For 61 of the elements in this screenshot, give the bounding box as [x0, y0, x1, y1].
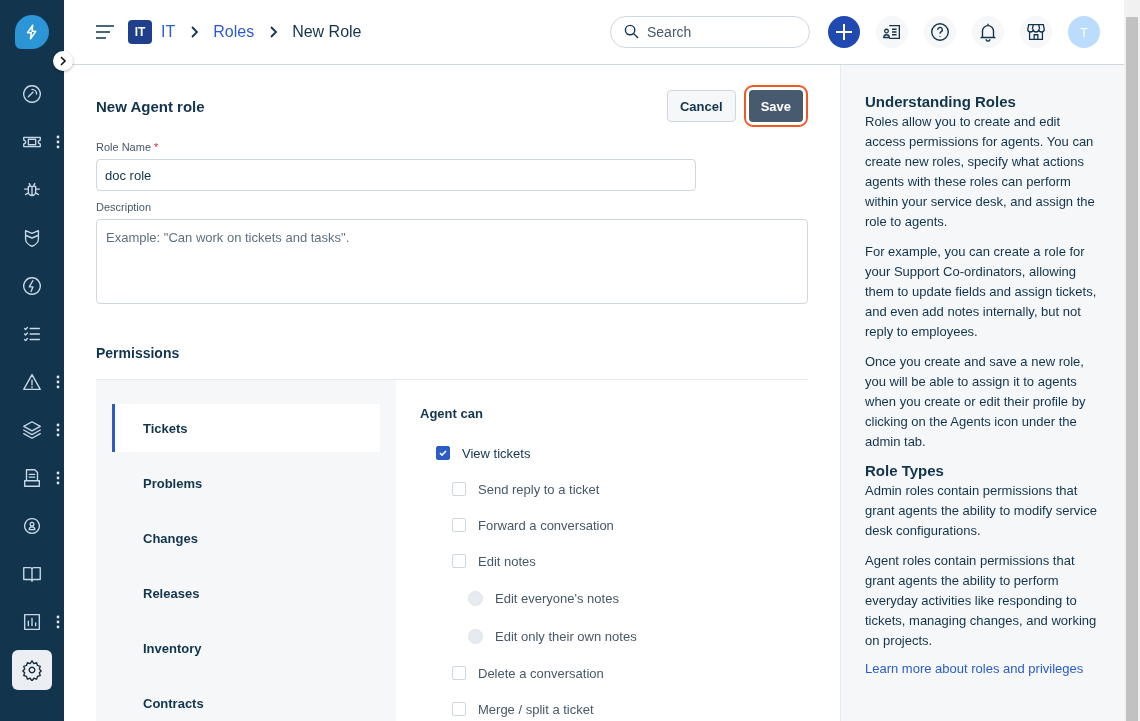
permission-label: Edit notes: [478, 553, 536, 569]
permission-tab[interactable]: Tickets: [112, 404, 380, 452]
description-field[interactable]: Example: "Can work on tickets and tasks".: [96, 219, 808, 304]
scrollbar-thumb[interactable]: [1126, 17, 1138, 721]
expand-button[interactable]: [53, 51, 73, 71]
workspace-badge: IT: [128, 20, 152, 44]
logo-icon[interactable]: [15, 15, 49, 49]
contact-list-icon[interactable]: [876, 16, 908, 48]
permission-label: Edit everyone's notes: [495, 590, 619, 606]
permission-label: Send reply to a ticket: [478, 481, 600, 497]
checkbox[interactable]: [436, 446, 450, 460]
help-title: Understanding Roles: [865, 93, 1017, 110]
help-paragraph: Once you create and save a new role, you will be able to assign it to agents when you create or edit their profile by clicking on the Agents icon under the admin tab.: [865, 353, 1087, 451]
store-icon[interactable]: [1020, 16, 1052, 48]
notification-bell-icon[interactable]: [972, 16, 1004, 48]
save-button[interactable]: Save: [748, 90, 803, 122]
help-paragraph: Agent roles contain permissions that grant agents the ability to perform everyday activities like responding to tickets, managing changes, and working on projects.: [865, 552, 1098, 650]
permission-label: Merge / split a ticket: [478, 701, 594, 717]
form-title: New Agent role: [96, 97, 206, 115]
permission-label: View tickets: [462, 445, 531, 461]
chevron-right-icon: [189, 26, 200, 38]
add-button[interactable]: [828, 16, 860, 48]
check-icon: [438, 448, 448, 458]
menu-icon[interactable]: [96, 25, 114, 39]
permission-label: Edit only their own notes: [495, 628, 637, 644]
help-link[interactable]: Learn more about roles and privileges: [865, 661, 1084, 676]
required-mark: *: [154, 141, 159, 153]
scrollbar[interactable]: [1124, 0, 1140, 721]
search-icon: [624, 24, 639, 39]
help-icon[interactable]: [924, 16, 956, 48]
more-options-icon[interactable]: [56, 615, 60, 629]
settings-icon[interactable]: [12, 649, 52, 690]
breadcrumb-link[interactable]: Roles: [213, 23, 255, 41]
radio-button[interactable]: [468, 590, 483, 606]
plus-icon: [834, 22, 854, 42]
chevron-right-icon: [268, 26, 279, 38]
more-options-icon[interactable]: [56, 423, 60, 437]
help-paragraph: Admin roles contain permissions that grant agents the ability to modify service desk configurations.: [865, 482, 1098, 540]
permission-tab[interactable]: Problems: [112, 459, 380, 507]
field-label: Description: [96, 201, 152, 213]
search-field[interactable]: Search: [610, 16, 810, 48]
help-paragraph: For example, you can create a role for your Support Co-ordinators, allowing them to update fields and assign tickets, and even add notes internally, but not reply to employees.: [865, 243, 1098, 341]
permission-tab[interactable]: Contracts: [112, 679, 380, 721]
permission-label: Forward a conversation: [478, 517, 614, 533]
cancel-button[interactable]: Cancel: [667, 90, 736, 122]
more-options-icon[interactable]: [56, 375, 60, 389]
help-title: Role Types: [865, 462, 945, 479]
more-options-icon[interactable]: [56, 135, 60, 149]
more-options-icon[interactable]: [56, 471, 60, 485]
chevron-right-icon: [58, 56, 68, 66]
permission-label: Delete a conversation: [478, 665, 604, 681]
permission-tab[interactable]: Changes: [112, 514, 380, 562]
field-label: Role Name: [96, 141, 152, 153]
permissions-heading: Agent can: [420, 406, 484, 421]
help-paragraph: Roles allow you to create and edit access permissions for agents. You can create new roles, specify what actions agents with these roles can perform within your service desk, and assign the role to agents.: [865, 113, 1096, 231]
permission-tab[interactable]: Releases: [112, 569, 380, 617]
breadcrumb-link[interactable]: IT: [161, 23, 176, 41]
breadcrumb-current: New Role: [292, 23, 362, 41]
permission-tab[interactable]: Inventory: [112, 624, 380, 672]
radio-button[interactable]: [468, 628, 483, 644]
role-name-field[interactable]: doc role: [96, 159, 696, 191]
